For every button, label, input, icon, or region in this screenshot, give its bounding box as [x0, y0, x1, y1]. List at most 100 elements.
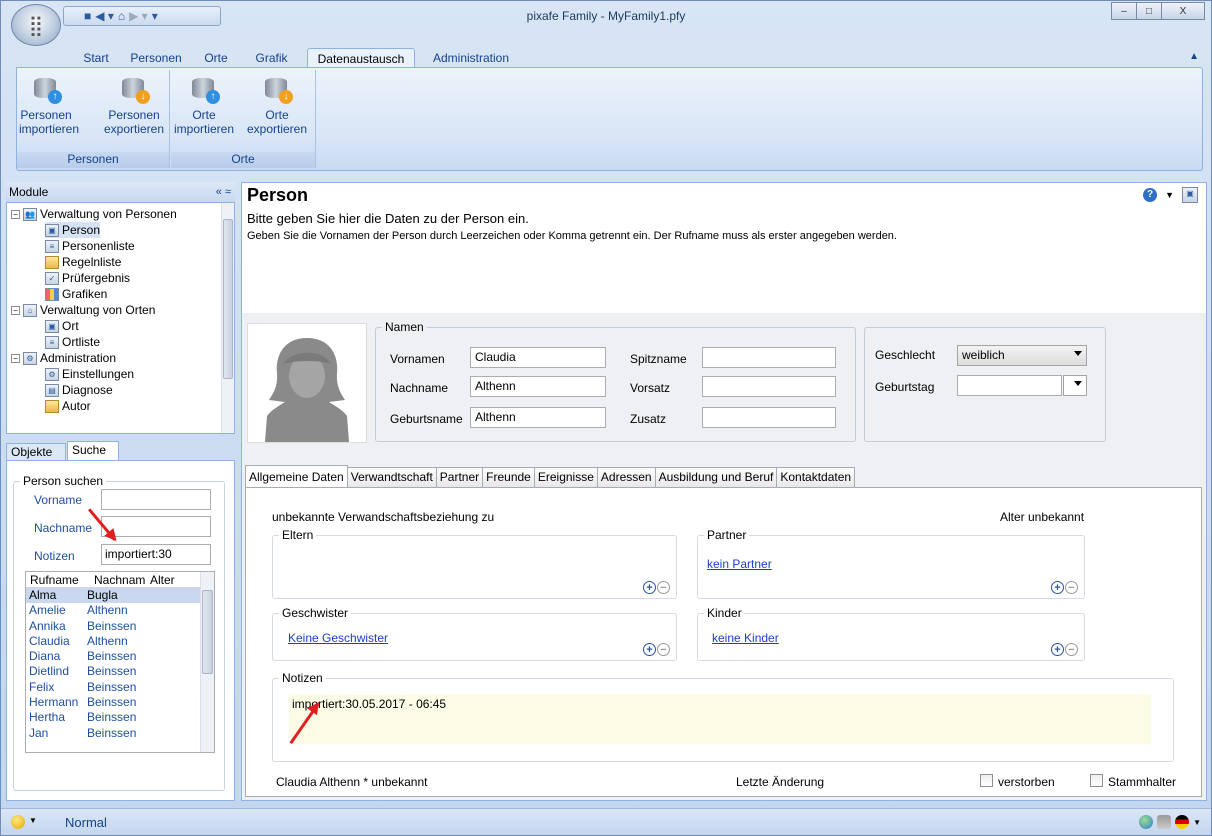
minimize-button[interactable]: –	[1111, 2, 1137, 20]
list-item[interactable]: Alma Bugla	[26, 588, 214, 604]
globe-icon[interactable]	[1139, 815, 1154, 829]
tree-scrollbar[interactable]	[221, 203, 234, 433]
list-item[interactable]: Dietlind Beinssen	[26, 664, 214, 679]
verstorben-label: verstorben	[998, 775, 1055, 789]
children-link[interactable]: keine Kinder	[712, 631, 779, 645]
tab-ausbildung-beruf[interactable]: Ausbildung und Beruf	[654, 467, 778, 487]
tab-personen[interactable]: Personen	[126, 48, 186, 68]
menu-grid-icon: ⣿	[28, 14, 44, 37]
help-icon[interactable]: ?	[1143, 188, 1158, 202]
remove-child-button[interactable]: −	[1065, 643, 1078, 656]
remove-partner-button[interactable]: −	[1065, 581, 1078, 594]
tree-item-ortliste[interactable]: ≡ Ortliste	[45, 334, 100, 350]
chevron-down-icon[interactable]: ▼	[29, 816, 37, 825]
list-scrollbar[interactable]	[200, 572, 214, 752]
list-item[interactable]: Jan Beinssen	[26, 726, 214, 741]
tab-objekte[interactable]: Objekte	[6, 443, 66, 461]
add-parent-button[interactable]: +	[643, 581, 656, 594]
tab-orte[interactable]: Orte	[196, 48, 236, 68]
list-item[interactable]: Amelie Althenn	[26, 603, 214, 618]
tree-item-regelnliste[interactable]: Regelnliste	[45, 254, 121, 270]
list-item[interactable]: Diana Beinssen	[26, 649, 214, 664]
list-item[interactable]: Annika Beinssen	[26, 619, 214, 634]
list-item[interactable]: Hertha Beinssen	[26, 710, 214, 725]
chevron-down-icon[interactable]: ▼	[1165, 190, 1174, 200]
notes-textarea[interactable]: importiert:30.05.2017 - 06:45	[289, 694, 1151, 744]
tree-item-autor[interactable]: Autor	[45, 398, 91, 414]
notizen-search-input[interactable]: importiert:30	[101, 544, 211, 565]
tab-datenaustausch[interactable]: Datenaustausch	[307, 48, 415, 68]
remove-parent-button[interactable]: −	[657, 581, 670, 594]
vornamen-input[interactable]: Claudia	[470, 347, 606, 368]
module-tree: − 👥 Verwaltung von Personen ▣ Person ≡ Perso…	[6, 202, 235, 434]
list-item[interactable]: Claudia Althenn	[26, 634, 214, 649]
status-mode-icon[interactable]	[11, 815, 25, 829]
person-card-icon[interactable]: ▣	[1182, 187, 1198, 203]
tree-item-grafiken[interactable]: Grafiken	[45, 286, 107, 302]
list-item[interactable]: Felix Beinssen	[26, 680, 214, 695]
personen-importieren-button[interactable]: ↑ Personen importieren	[19, 74, 79, 136]
tab-kontaktdaten[interactable]: Kontaktdaten	[776, 467, 856, 487]
add-child-button[interactable]: +	[1051, 643, 1064, 656]
nachname-input[interactable]: Althenn	[470, 376, 606, 397]
tree-item-administration[interactable]: − ⚙ Administration	[11, 350, 116, 366]
tab-grafik[interactable]: Grafik	[249, 48, 294, 68]
admin-icon: ⚙	[23, 351, 37, 365]
vorname-search-input[interactable]	[101, 489, 211, 510]
tab-verwandtschaft[interactable]: Verwandtschaft	[346, 467, 437, 487]
list-item[interactable]: Hermann Beinssen	[26, 695, 214, 710]
zusatz-input[interactable]	[702, 407, 836, 428]
siblings-link[interactable]: Keine Geschwister	[288, 631, 388, 645]
column-nachname[interactable]: Nachnam	[90, 572, 146, 587]
collapse-panel-icon[interactable]: « ≈	[216, 182, 231, 202]
tab-allgemeine-daten[interactable]: Allgemeine Daten	[245, 465, 348, 487]
tree-item-person[interactable]: ▣ Person	[45, 222, 101, 238]
tree-item-verwaltung-personen[interactable]: − 👥 Verwaltung von Personen	[11, 206, 177, 222]
vorsatz-label: Vorsatz	[630, 381, 671, 395]
geburtstag-input[interactable]	[957, 375, 1062, 396]
maximize-button[interactable]: □	[1136, 2, 1162, 20]
tree-item-verwaltung-orte[interactable]: − ⌂ Verwaltung von Orten	[11, 302, 155, 318]
application-menu-button[interactable]: ⣿	[11, 4, 61, 46]
tab-start[interactable]: Start	[76, 48, 116, 68]
tree-item-einstellungen[interactable]: ⚙ Einstellungen	[45, 366, 134, 382]
vornamen-label: Vornamen	[390, 352, 445, 366]
partner-group: Partner kein Partner + −	[697, 528, 1085, 599]
add-sibling-button[interactable]: +	[643, 643, 656, 656]
column-alter[interactable]: Alter	[146, 572, 186, 587]
tab-ereignisse[interactable]: Ereignisse	[533, 467, 598, 487]
spitzname-input[interactable]	[702, 347, 836, 368]
tree-item-diagnose[interactable]: ▤ Diagnose	[45, 382, 113, 398]
add-partner-button[interactable]: +	[1051, 581, 1064, 594]
column-rufname[interactable]: Rufname	[26, 572, 90, 587]
partner-link[interactable]: kein Partner	[707, 557, 772, 571]
ribbon-collapse-icon[interactable]: ▲	[1189, 51, 1199, 62]
remove-sibling-button[interactable]: −	[657, 643, 670, 656]
database-icon[interactable]	[1157, 815, 1172, 829]
tab-adressen[interactable]: Adressen	[596, 467, 656, 487]
stammhalter-label: Stammhalter	[1108, 775, 1177, 789]
geschlecht-select[interactable]: weiblich	[957, 345, 1087, 366]
tab-partner[interactable]: Partner	[435, 467, 484, 487]
tab-administration[interactable]: Administration	[423, 48, 519, 68]
chevron-down-icon[interactable]: ▼	[1193, 818, 1201, 827]
vorsatz-input[interactable]	[702, 376, 836, 397]
close-button[interactable]: X	[1161, 2, 1205, 20]
german-flag-icon[interactable]	[1175, 815, 1190, 829]
verstorben-checkbox[interactable]	[980, 774, 993, 787]
person-photo[interactable]	[247, 323, 367, 443]
geburtsname-input[interactable]: Althenn	[470, 407, 606, 428]
tree-item-personenliste[interactable]: ≡ Personenliste	[45, 238, 135, 254]
tree-item-ort[interactable]: ▣ Ort	[45, 318, 79, 334]
date-picker-button[interactable]	[1063, 375, 1087, 396]
group-label-personen: Personen	[17, 152, 169, 168]
tab-freunde[interactable]: Freunde	[482, 467, 535, 487]
zusatz-label: Zusatz	[630, 412, 667, 426]
orte-exportieren-button[interactable]: ↓ Orte exportieren	[241, 74, 313, 136]
stammhalter-checkbox[interactable]	[1090, 774, 1103, 787]
tree-item-pruefergebnis[interactable]: ✓ Prüfergebnis	[45, 270, 130, 286]
nachname-label: Nachname	[390, 381, 449, 395]
tab-suche[interactable]: Suche	[67, 441, 119, 461]
orte-importieren-button[interactable]: ↑ Orte importieren	[173, 74, 235, 136]
personen-exportieren-button[interactable]: ↓ Personen exportieren	[101, 74, 167, 136]
